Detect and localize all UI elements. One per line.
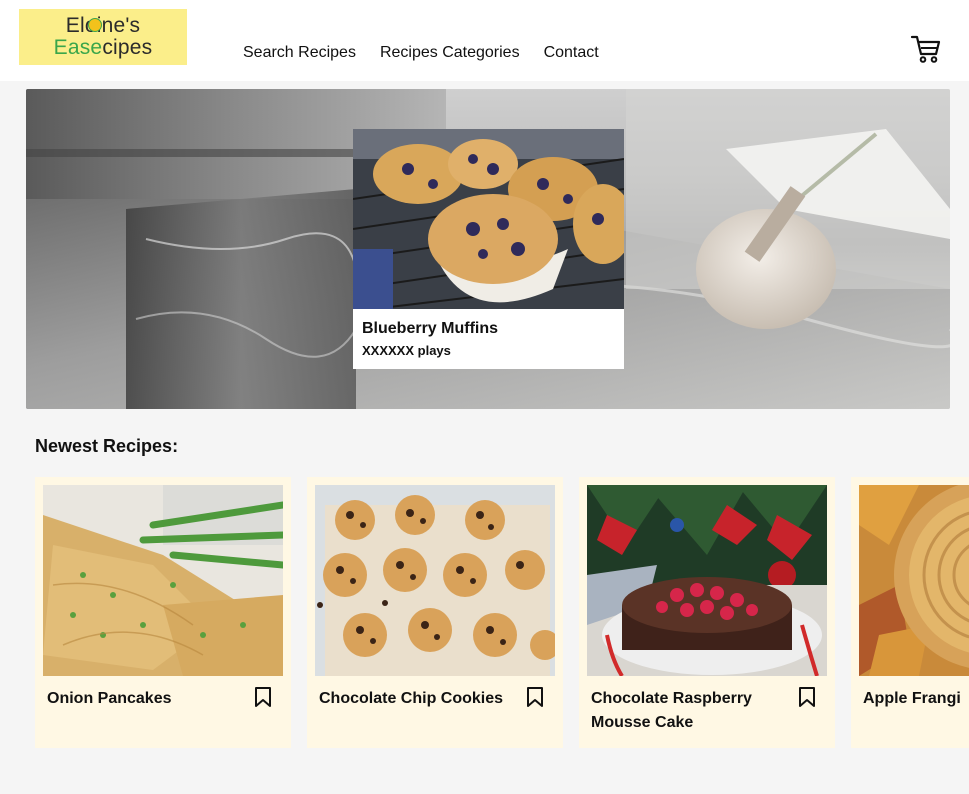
featured-recipe-card[interactable]: Blueberry Muffins XXXXXX plays [353, 129, 624, 369]
logo-line-1: Eloine's [65, 14, 141, 37]
site-header: Eloine's Easecipes Search Recipes Recipe… [0, 0, 969, 81]
onion-pancakes-image [43, 485, 283, 676]
bookmark-icon[interactable] [798, 686, 816, 708]
recipe-card[interactable]: Chocolate Raspberry Mousse Cake [579, 477, 835, 748]
nav-contact[interactable]: Contact [544, 44, 599, 62]
newest-recipes-list: Onion Pancakes Chocolate Chip Cookies Ch… [35, 477, 969, 748]
chocolate-raspberry-mousse-cake-image [587, 485, 827, 676]
recipe-card[interactable]: Chocolate Chip Cookies [307, 477, 563, 748]
nav-search-recipes[interactable]: Search Recipes [243, 44, 356, 62]
recipe-card-title: Chocolate Chip Cookies [319, 690, 504, 707]
chocolate-chip-cookies-image [315, 485, 555, 676]
recipe-card-title: Chocolate Raspberry Mousse Cake [591, 690, 752, 731]
recipe-card[interactable]: Apple Frangi [851, 477, 969, 748]
shopping-cart-icon[interactable] [910, 34, 942, 64]
nav-recipe-categories[interactable]: Recipes Categories [380, 44, 520, 62]
main-nav: Search Recipes Recipes Categories Contac… [243, 44, 599, 62]
hero-banner: Blueberry Muffins XXXXXX plays [26, 89, 950, 409]
featured-recipe-plays: XXXXXX plays [362, 343, 451, 358]
site-logo[interactable]: Eloine's Easecipes [19, 9, 187, 65]
bookmark-icon[interactable] [526, 686, 544, 708]
recipe-card[interactable]: Onion Pancakes [35, 477, 291, 748]
newest-recipes-heading: Newest Recipes: [35, 436, 179, 456]
blueberry-muffins-image [353, 129, 624, 309]
apple-frangipane-image [859, 485, 969, 676]
logo-line-2: Easecipes [53, 36, 153, 59]
featured-recipe-title: Blueberry Muffins [362, 320, 499, 337]
bookmark-icon[interactable] [254, 686, 272, 708]
lemon-icon [87, 18, 102, 32]
recipe-card-title: Onion Pancakes [47, 690, 172, 707]
recipe-card-title: Apple Frangi [863, 690, 961, 707]
